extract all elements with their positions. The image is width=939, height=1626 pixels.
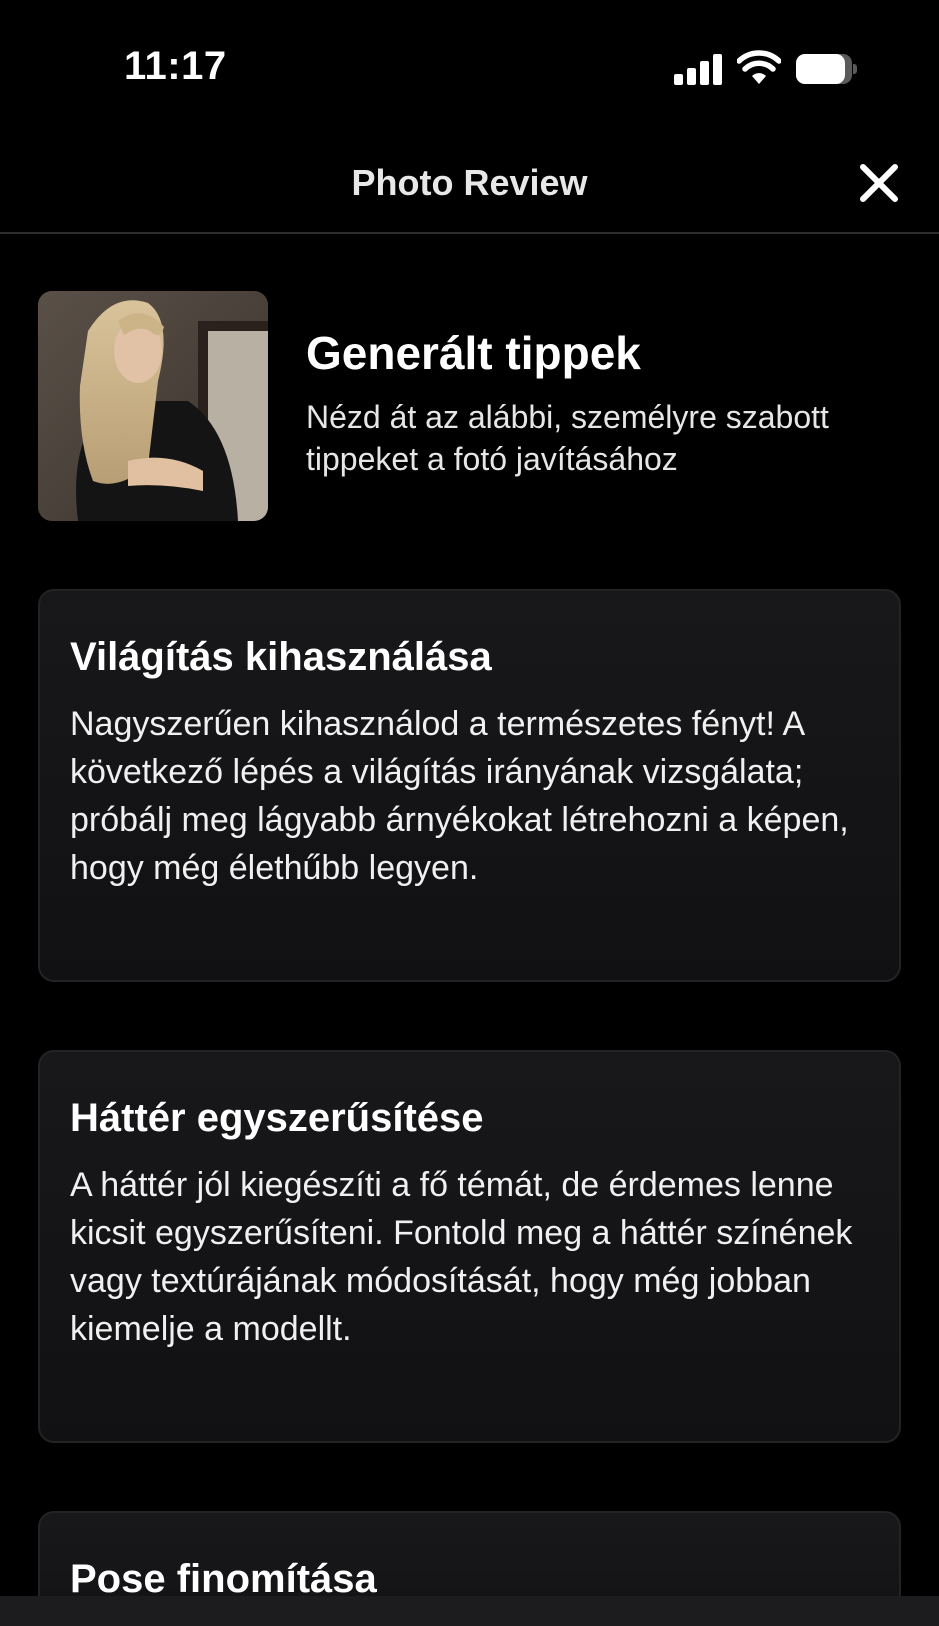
battery-icon [796,54,858,84]
bottom-safe-area [0,1596,939,1626]
tip-body: Nagyszerűen kihasználod a természetes fé… [70,705,849,887]
tip-card-lighting[interactable]: Világítás kihasználása Nagyszerűen kihas… [38,589,901,982]
tips-subtitle: Nézd át az alábbi, személyre szabott tip… [306,398,829,478]
tips-intro: Generált tippek Nézd át az alábbi, szemé… [306,327,906,481]
photo-review-screen: 11:17 Photo Review Generált tippek Nézd … [0,0,939,1626]
reviewed-photo-thumbnail [38,291,268,521]
tip-title: Háttér egyszerűsítése [70,1096,484,1140]
tips-title: Generált tippek [306,327,641,379]
cellular-signal-icon [674,53,722,85]
tip-card-background[interactable]: Háttér egyszerűsítése A háttér jól kiegé… [38,1050,901,1443]
tip-title: Világítás kihasználása [70,635,492,679]
page-title: Photo Review [351,162,588,203]
wifi-icon [737,50,781,84]
nav-header: Photo Review [0,140,939,234]
tips-header: Generált tippek Nézd át az alábbi, szemé… [38,291,908,521]
status-bar: 11:17 [0,0,939,140]
close-icon[interactable] [856,160,902,206]
tip-body: A háttér jól kiegészíti a fő témát, de é… [70,1166,853,1348]
status-time: 11:17 [124,44,227,88]
